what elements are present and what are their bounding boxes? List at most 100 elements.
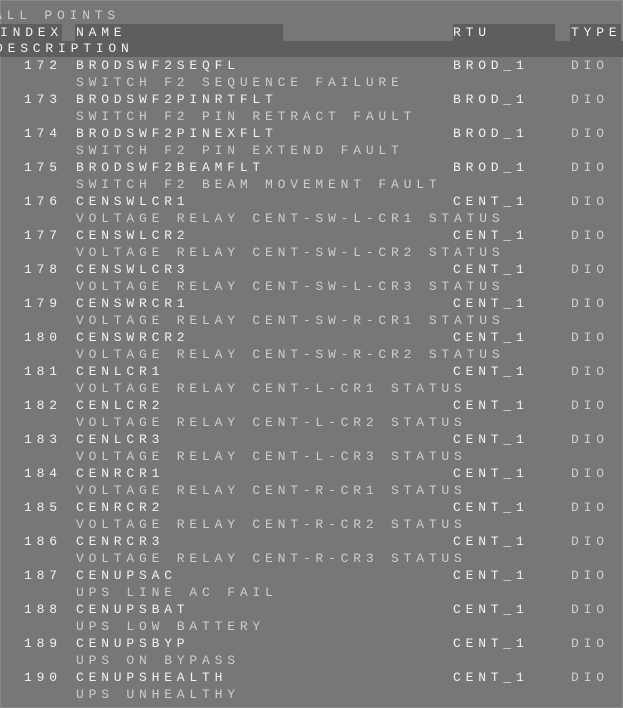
point-type: DIO [571, 432, 609, 447]
point-index: 173 [24, 92, 62, 107]
point-type: DIO [571, 330, 609, 345]
point-type: DIO [571, 262, 609, 277]
point-type: DIO [571, 466, 609, 481]
table-row[interactable]: 178 CENSWLCR3 CENT_1 DIO VOLTAGE RELAY CENT-… [0, 261, 623, 295]
point-rtu: CENT_1 [453, 534, 529, 549]
point-name: CENSWRCR2 [76, 330, 190, 345]
point-type: DIO [571, 670, 609, 685]
point-description: VOLTAGE RELAY CENT-R-CR3 STATUS [76, 551, 467, 566]
point-index: 179 [24, 296, 62, 311]
column-header-name[interactable]: NAME [76, 24, 126, 41]
point-index: 182 [24, 398, 62, 413]
point-index: 177 [24, 228, 62, 243]
point-name: CENRCR1 [76, 466, 165, 481]
table-row[interactable]: 190 CENUPSHEALTH CENT_1 DIO UPS UNHEALTHY [0, 669, 623, 703]
point-type: DIO [571, 398, 609, 413]
point-rtu: CENT_1 [453, 466, 529, 481]
table-row[interactable]: 179 CENSWRCR1 CENT_1 DIO VOLTAGE RELAY CENT-… [0, 295, 623, 329]
point-description: VOLTAGE RELAY CENT-SW-L-CR1 STATUS [76, 211, 505, 226]
point-type: DIO [571, 602, 609, 617]
point-description: VOLTAGE RELAY CENT-R-CR2 STATUS [76, 517, 467, 532]
table-row[interactable]: 175 BRODSWF2BEAMFLT BROD_1 DIO SWITCH F2 BEA… [0, 159, 623, 193]
point-type: DIO [571, 58, 609, 73]
point-rtu: CENT_1 [453, 330, 529, 345]
point-name: CENUPSBAT [76, 602, 190, 617]
point-description: SWITCH F2 BEAM MOVEMENT FAULT [76, 177, 442, 192]
point-type: DIO [571, 194, 609, 209]
point-description: VOLTAGE RELAY CENT-SW-R-CR2 STATUS [76, 347, 505, 362]
table-row[interactable]: 189 CENUPSBYP CENT_1 DIO UPS ON BYPASS [0, 635, 623, 669]
point-name: BRODSWF2BEAMFLT [76, 160, 266, 175]
point-rtu: CENT_1 [453, 296, 529, 311]
table-row[interactable]: 188 CENUPSBAT CENT_1 DIO UPS LOW BATTERY [0, 601, 623, 635]
point-index: 174 [24, 126, 62, 141]
column-header-description[interactable]: DESCRIPTION [0, 40, 134, 57]
point-rtu: CENT_1 [453, 636, 529, 651]
point-name: CENSWRCR1 [76, 296, 190, 311]
column-header-type[interactable]: TYPE [571, 24, 621, 41]
point-index: 181 [24, 364, 62, 379]
point-index: 189 [24, 636, 62, 651]
point-description: VOLTAGE RELAY CENT-L-CR2 STATUS [76, 415, 467, 430]
point-name: CENSWLCR1 [76, 194, 190, 209]
table-row[interactable]: 181 CENLCR1 CENT_1 DIO VOLTAGE RELAY CENT-L-… [0, 363, 623, 397]
point-description: VOLTAGE RELAY CENT-L-CR3 STATUS [76, 449, 467, 464]
point-index: 187 [24, 568, 62, 583]
column-header-rtu[interactable]: RTU [453, 24, 491, 41]
page-title: ALL POINTS [0, 8, 121, 23]
point-rtu: CENT_1 [453, 568, 529, 583]
table-row[interactable]: 187 CENUPSAC CENT_1 DIO UPS LINE AC FAIL [0, 567, 623, 601]
point-index: 176 [24, 194, 62, 209]
point-name: CENLCR2 [76, 398, 165, 413]
table-row[interactable]: 174 BRODSWF2PINEXFLT BROD_1 DIO SWITCH F2 PI… [0, 125, 623, 159]
point-name: CENUPSBYP [76, 636, 190, 651]
point-type: DIO [571, 160, 609, 175]
point-rtu: CENT_1 [453, 670, 529, 685]
table-row[interactable]: 176 CENSWLCR1 CENT_1 DIO VOLTAGE RELAY CENT-… [0, 193, 623, 227]
point-rtu: BROD_1 [453, 58, 529, 73]
point-description: UPS LINE AC FAIL [76, 585, 278, 600]
point-type: DIO [571, 636, 609, 651]
point-name: BRODSWF2PINEXFLT [76, 126, 278, 141]
point-rtu: CENT_1 [453, 262, 529, 277]
table-row[interactable]: 186 CENRCR3 CENT_1 DIO VOLTAGE RELAY CENT-R-… [0, 533, 623, 567]
point-description: VOLTAGE RELAY CENT-L-CR1 STATUS [76, 381, 467, 396]
point-name: CENSWLCR3 [76, 262, 190, 277]
point-description: VOLTAGE RELAY CENT-R-CR1 STATUS [76, 483, 467, 498]
point-name: CENSWLCR2 [76, 228, 190, 243]
table-row[interactable]: 172 BRODSWF2SEQFL BROD_1 DIO SWITCH F2 SEQUE… [0, 57, 623, 91]
table-row[interactable]: 183 CENLCR3 CENT_1 DIO VOLTAGE RELAY CENT-L-… [0, 431, 623, 465]
point-index: 185 [24, 500, 62, 515]
point-name: BRODSWF2PINRTFLT [76, 92, 278, 107]
point-rtu: CENT_1 [453, 364, 529, 379]
point-rtu: CENT_1 [453, 398, 529, 413]
column-header-index[interactable]: INDEX [0, 24, 63, 41]
table-row[interactable]: 180 CENSWRCR2 CENT_1 DIO VOLTAGE RELAY CENT-… [0, 329, 623, 363]
table-row[interactable]: 182 CENLCR2 CENT_1 DIO VOLTAGE RELAY CENT-L-… [0, 397, 623, 431]
point-rtu: CENT_1 [453, 432, 529, 447]
point-rtu: CENT_1 [453, 500, 529, 515]
table-row[interactable]: 184 CENRCR1 CENT_1 DIO VOLTAGE RELAY CENT-R-… [0, 465, 623, 499]
point-rtu: BROD_1 [453, 92, 529, 107]
point-index: 188 [24, 602, 62, 617]
table-row[interactable]: 173 BRODSWF2PINRTFLT BROD_1 DIO SWITCH F2 PI… [0, 91, 623, 125]
point-type: DIO [571, 228, 609, 243]
point-index: 175 [24, 160, 62, 175]
point-name: CENRCR2 [76, 500, 165, 515]
point-name: CENUPSHEALTH [76, 670, 228, 685]
point-index: 172 [24, 58, 62, 73]
point-description: VOLTAGE RELAY CENT-SW-L-CR3 STATUS [76, 279, 505, 294]
point-type: DIO [571, 364, 609, 379]
point-type: DIO [571, 534, 609, 549]
table-row[interactable]: 185 CENRCR2 CENT_1 DIO VOLTAGE RELAY CENT-R-… [0, 499, 623, 533]
point-index: 180 [24, 330, 62, 345]
point-name: CENRCR3 [76, 534, 165, 549]
point-description: VOLTAGE RELAY CENT-SW-R-CR1 STATUS [76, 313, 505, 328]
point-type: DIO [571, 500, 609, 515]
point-index: 178 [24, 262, 62, 277]
point-index: 190 [24, 670, 62, 685]
point-name: BRODSWF2SEQFL [76, 58, 240, 73]
table-row[interactable]: 177 CENSWLCR2 CENT_1 DIO VOLTAGE RELAY CENT-… [0, 227, 623, 261]
point-rtu: CENT_1 [453, 194, 529, 209]
point-description: SWITCH F2 SEQUENCE FAILURE [76, 75, 404, 90]
